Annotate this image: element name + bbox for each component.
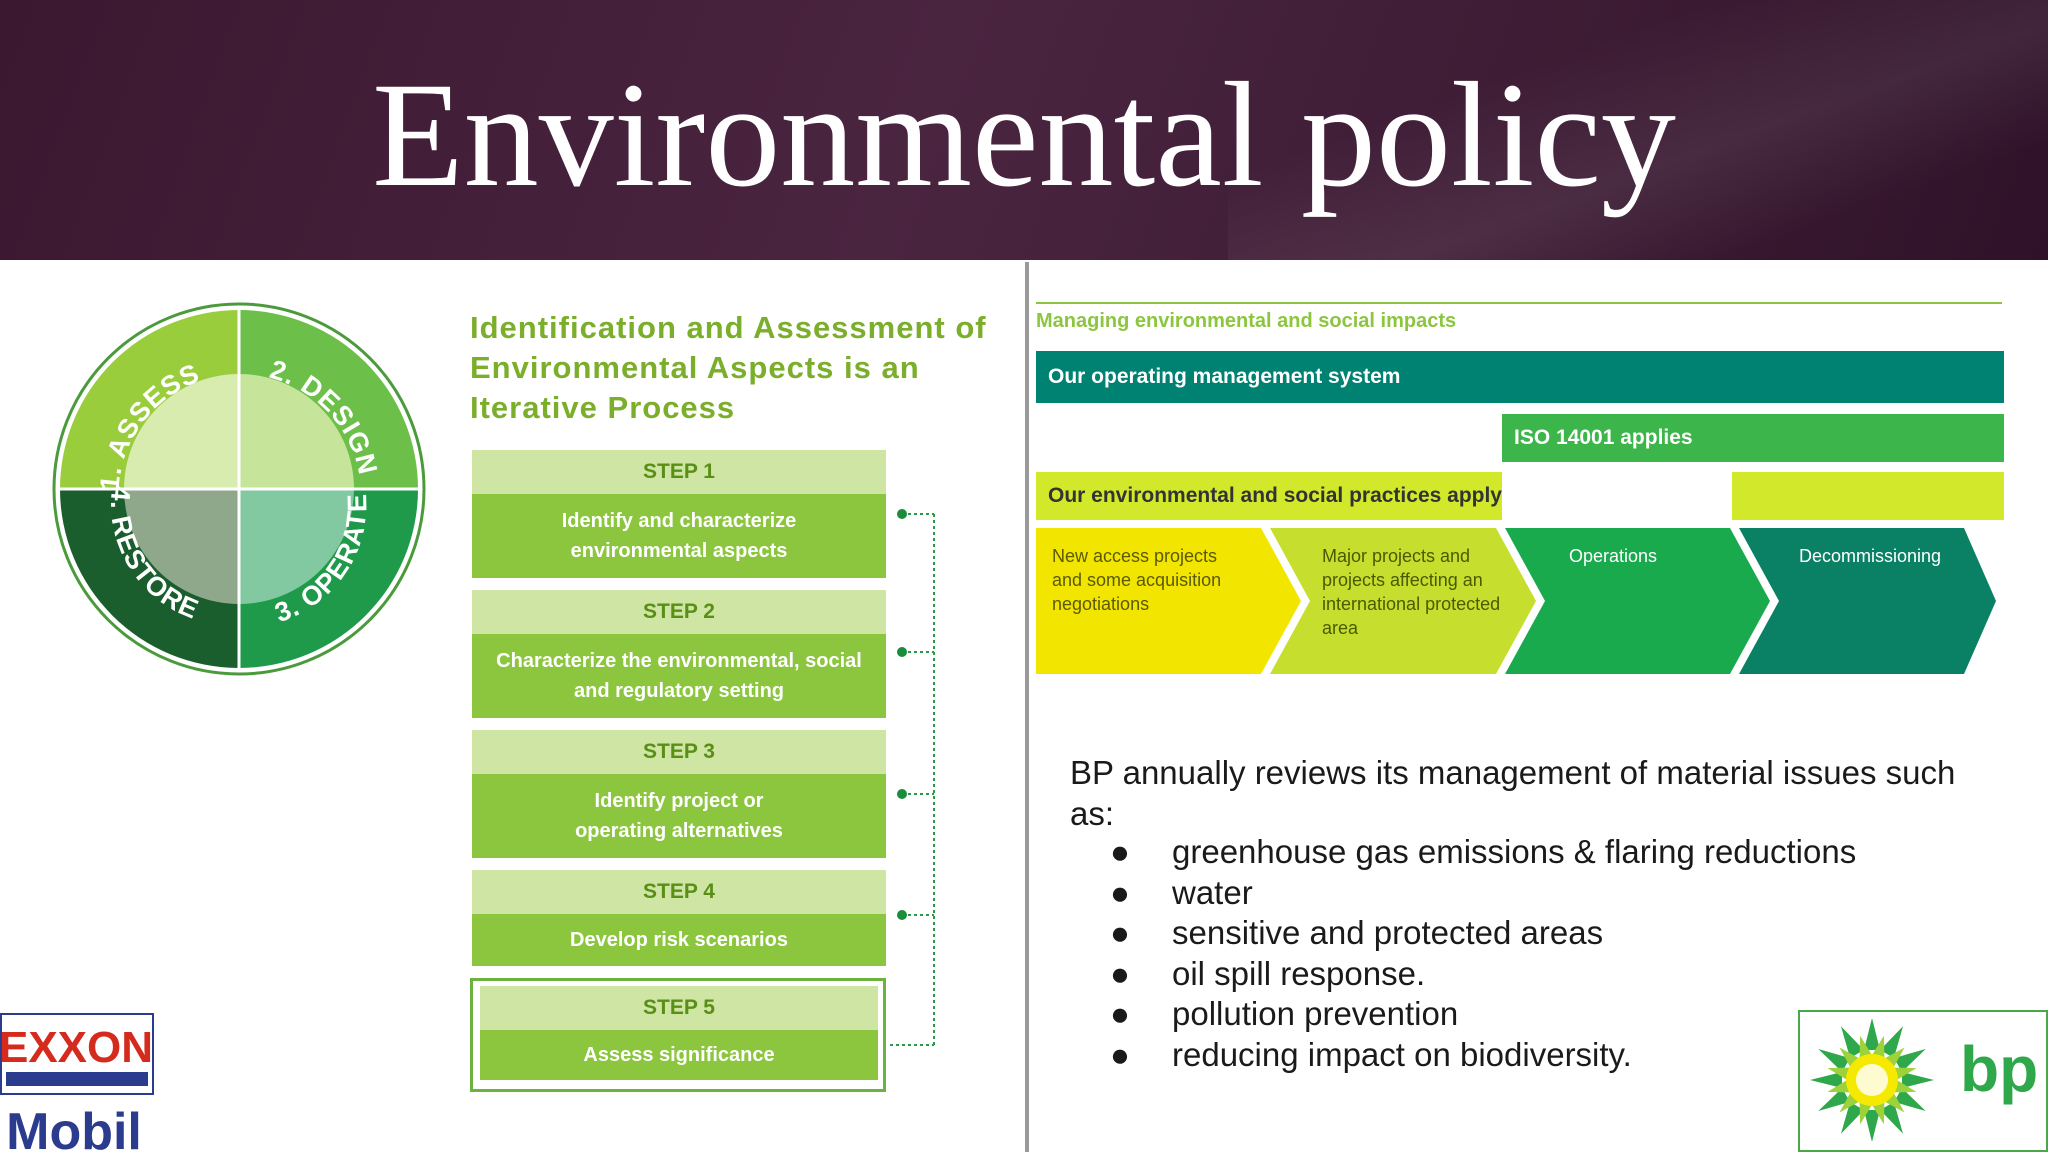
step-card-5: STEP 5 Assess significance <box>480 986 878 1080</box>
step-description: Identify project or operating alternativ… <box>575 790 783 842</box>
step-card-3: STEP 3 Identify project or operating alt… <box>472 730 886 858</box>
list-item-text: sensitive and protected areas <box>1172 914 1604 951</box>
lifecycle-wheel: 1. ASSESS 2. DESIGN 3. OPERATE 4. RESTOR… <box>52 302 426 676</box>
list-item-text: oil spill response. <box>1172 954 1426 992</box>
practices-bar-extension <box>1732 472 2004 520</box>
step-description: Assess significance <box>583 1044 775 1066</box>
phase-label-decommissioning: Decommissioning <box>1798 546 1942 566</box>
list-item-text: water <box>1172 873 1253 911</box>
phase-label-new-access: New access projects and some acquisition… <box>1052 546 1222 614</box>
bp-intro-text: BP annually reviews its management of ma… <box>1070 754 1956 832</box>
list-item-text: greenhouse gas emissions & flaring reduc… <box>1172 833 1857 870</box>
list-item: ● greenhouse gas emissions & flaring redu… <box>1100 832 1920 873</box>
bullet-icon: ● <box>1110 995 1130 1032</box>
step-label: STEP 2 <box>472 590 886 634</box>
step-description: Characterize the environmental, social a… <box>496 650 862 702</box>
bp-figure-heading: Managing environmental and social impact… <box>1036 310 1457 332</box>
bullet-icon: ● <box>1110 954 1130 992</box>
list-item: ● water <box>1100 873 1920 914</box>
bullet-icon: ● <box>1110 914 1130 951</box>
bullet-icon: ● <box>1110 1035 1130 1073</box>
bp-figure-rule <box>1036 302 2002 304</box>
step-card-2: STEP 2 Characterize the environmental, s… <box>472 590 886 718</box>
exxonmobil-logo-graphic: EXXON Mobil <box>0 1013 154 1157</box>
slide-title: Environmental policy <box>372 52 1676 218</box>
mobil-wordmark: Mobil <box>6 1103 142 1152</box>
step-label: STEP 5 <box>480 986 878 1030</box>
step-label: STEP 4 <box>472 870 886 914</box>
material-issues-list: ● greenhouse gas emissions & flaring redu… <box>1100 832 1920 1075</box>
list-item: ● reducing impact on biodiversity. <box>1100 1035 1920 1076</box>
figure-divider <box>1025 262 1029 1152</box>
step-description: Identify and characterize environmental … <box>561 510 797 562</box>
list-item: ● sensitive and protected areas <box>1100 913 1920 954</box>
list-item: ● pollution prevention <box>1100 994 1920 1035</box>
practices-bar: Our environmental and social practices a… <box>1036 472 1502 520</box>
operating-system-bar: Our operating management system <box>1036 351 2004 403</box>
step-card-1: STEP 1 Identify and characterize environ… <box>472 450 886 578</box>
exxon-wordmark: EXXON <box>0 1023 153 1072</box>
step-label: STEP 3 <box>472 730 886 774</box>
iteration-connector <box>890 509 935 1046</box>
bp-helios-icon <box>1810 1018 1934 1142</box>
bp-logo: bp <box>1798 1010 2048 1152</box>
bullet-icon: ● <box>1110 873 1130 911</box>
iso-bar: ISO 14001 applies <box>1502 414 2004 462</box>
list-item-text: reducing impact on biodiversity. <box>1172 1035 1632 1073</box>
process-heading: Identification and Assessment of Environ… <box>470 310 987 425</box>
phase-label-major-projects: Major projects and projects affecting an… <box>1322 546 1501 638</box>
list-item-text: pollution prevention <box>1172 995 1459 1032</box>
phase-label-operations: Operations <box>1568 546 1658 566</box>
list-item: ● oil spill response. <box>1100 954 1920 995</box>
step-card-4: STEP 4 Develop risk scenarios <box>472 870 886 966</box>
step-description: Develop risk scenarios <box>570 929 788 951</box>
exxonmobil-logo: EXXON Mobil <box>0 1012 154 1157</box>
bp-wordmark: bp <box>1960 1033 2039 1105</box>
title-banner: Environmental policy <box>0 0 2048 260</box>
bullet-icon: ● <box>1110 833 1130 870</box>
step-label: STEP 1 <box>472 450 886 494</box>
